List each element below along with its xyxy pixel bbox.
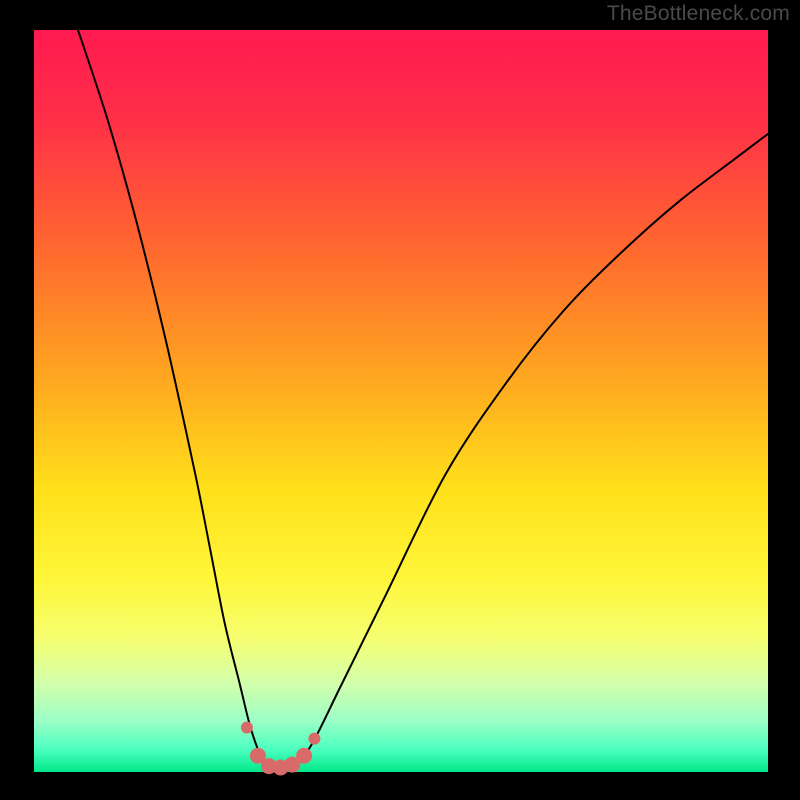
- plot-background: [34, 30, 768, 772]
- chart-frame: TheBottleneck.com: [0, 0, 800, 800]
- curve-marker: [308, 733, 320, 745]
- bottleneck-plot: [0, 0, 800, 800]
- curve-marker: [241, 722, 253, 734]
- curve-marker: [296, 748, 312, 764]
